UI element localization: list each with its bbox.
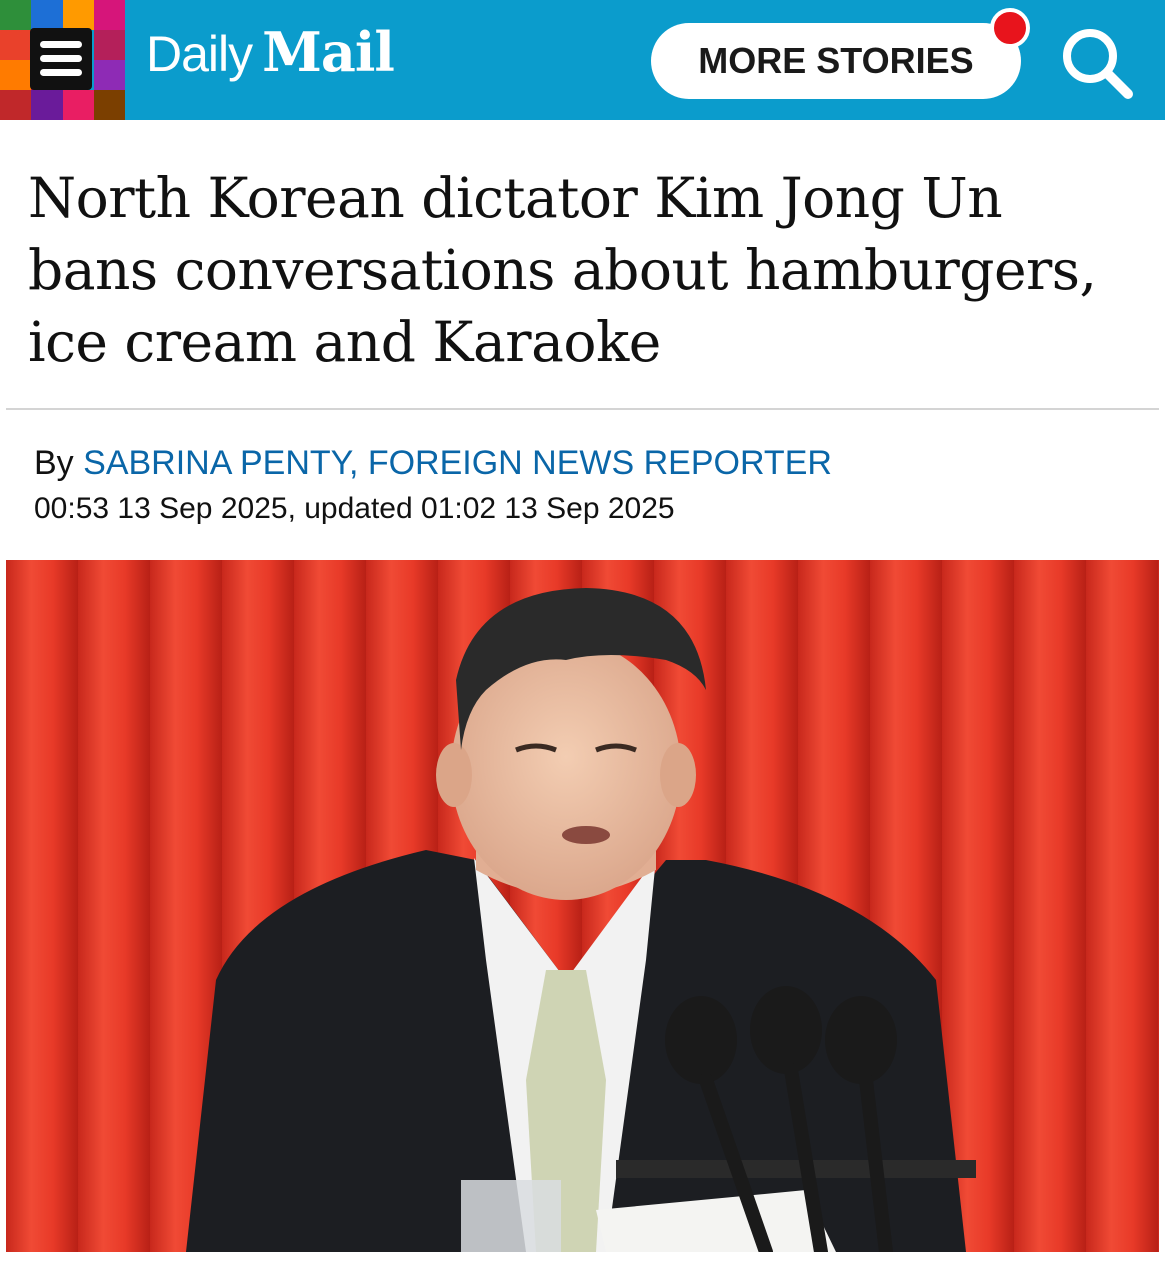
logo-mail: Mail [262, 20, 395, 84]
author-link[interactable]: SABRINA PENTY, FOREIGN NEWS REPORTER [83, 444, 832, 482]
mosaic-tile [93, 0, 125, 30]
mosaic-tile [93, 90, 125, 120]
mosaic-tile [0, 60, 32, 90]
search-icon[interactable] [1056, 22, 1136, 102]
headline-line: ice cream and Karaoke [28, 310, 661, 374]
mosaic-tile [31, 0, 63, 30]
headline-line: North Korean dictator Kim Jong Un [28, 166, 1003, 230]
article-timestamp: 00:53 13 Sep 2025, updated 01:02 13 Sep … [34, 492, 675, 525]
article-photo [6, 560, 1159, 1252]
divider [6, 408, 1159, 410]
byline: By SABRINA PENTY, FOREIGN NEWS REPORTER [34, 444, 832, 483]
more-stories-button[interactable]: MORE STORIES [651, 23, 1021, 99]
logo-daily: Daily [146, 26, 253, 82]
article-headline: North Korean dictator Kim Jong Un bans c… [28, 162, 1138, 378]
site-logo[interactable]: Daily Mail [146, 20, 395, 100]
mosaic-tile [62, 90, 94, 120]
byline-prefix: By [34, 444, 74, 482]
menu-icon[interactable] [30, 28, 92, 90]
headline-line: bans conversations about hamburgers, [28, 238, 1097, 302]
mosaic-tile [62, 0, 94, 30]
photo-illustration [6, 560, 1159, 1252]
mosaic-tile [93, 60, 125, 90]
mosaic-tile [0, 0, 32, 30]
site-header: Daily Mail MORE STORIES [0, 0, 1165, 120]
mosaic-tile [0, 30, 32, 60]
mosaic-tile [0, 90, 32, 120]
notification-dot [990, 8, 1030, 48]
mosaic-tile [93, 30, 125, 60]
mosaic-tile [31, 90, 63, 120]
